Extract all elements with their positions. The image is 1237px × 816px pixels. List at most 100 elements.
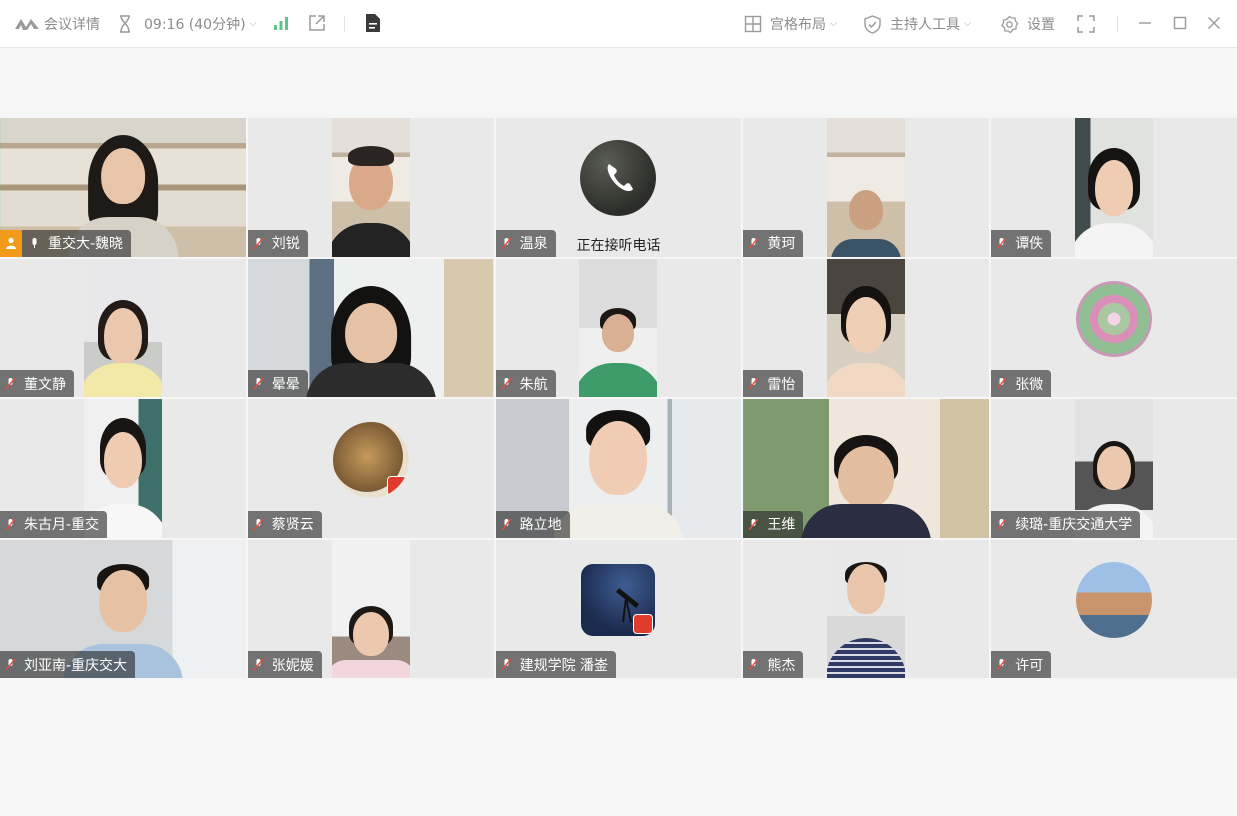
tencent-meeting-logo-icon	[15, 19, 39, 30]
participant-name-tag: 续璐-重庆交通大学	[991, 510, 1141, 538]
participant-name-tag: 建规学院 潘崟	[495, 651, 617, 678]
participant-video	[827, 118, 906, 257]
shield-check-icon	[864, 14, 881, 34]
participant-tile[interactable]: 刘锐	[247, 118, 494, 257]
participant-tile[interactable]: 朱古月-重交	[0, 399, 246, 538]
host-tools-button[interactable]: 主持人工具 ⌵	[864, 14, 971, 34]
participant-name-tag: 雷怡	[743, 370, 804, 397]
share-out-icon[interactable]	[308, 14, 326, 32]
mic-muted-icon	[253, 659, 263, 670]
participant-name-tag: 黄珂	[743, 229, 804, 257]
layout-label: 宫格布局	[770, 17, 826, 33]
participant-tile[interactable]: 董文静	[0, 258, 246, 397]
participant-tile[interactable]: 张微	[991, 258, 1237, 397]
mic-muted-icon	[997, 518, 1007, 530]
participant-name: 许可	[1015, 657, 1044, 674]
mic-muted-icon	[997, 659, 1007, 670]
participant-tile[interactable]: 黄珂	[743, 118, 990, 257]
mic-muted-icon	[6, 659, 15, 670]
mic-muted-icon	[749, 237, 759, 249]
participant-tile[interactable]: 建规学院 潘崟	[495, 539, 742, 678]
participant-name-tag: 熊杰	[743, 651, 804, 678]
mic-muted-icon	[501, 237, 511, 249]
title-bar: 会议详情 09:16 (40分钟) ⌵ 宫格布局 ⌵ 主持人工具 ⌵ 设置	[0, 0, 1237, 48]
participant-name: 张微	[1015, 376, 1044, 393]
participant-avatar	[1076, 281, 1153, 358]
participant-name-tag: 蔡贤云	[247, 510, 322, 538]
participant-tile[interactable]: 谭佚	[991, 118, 1237, 257]
minimize-icon[interactable]	[1138, 16, 1152, 30]
participant-name: 续璐-重庆交通大学	[1015, 517, 1133, 533]
participant-name-tag: 温泉	[495, 229, 556, 257]
mic-muted-icon	[253, 237, 263, 249]
participant-name: 朱古月-重交	[24, 517, 100, 533]
grid-layout-icon	[744, 15, 762, 33]
flag-badge	[386, 475, 407, 496]
mic-muted-icon	[501, 378, 511, 389]
participant-name-tag: 王维	[743, 510, 804, 538]
participant-tile[interactable]: 张妮媛	[247, 539, 494, 678]
participant-tile[interactable]: 续璐-重庆交通大学	[991, 399, 1237, 538]
participant-avatar	[580, 139, 657, 216]
participant-name: 建规学院 潘崟	[519, 657, 609, 674]
participant-name-tag: 刘亚南-重庆交大	[0, 651, 136, 678]
close-icon[interactable]	[1207, 16, 1221, 30]
layout-button[interactable]: 宫格布局 ⌵	[744, 14, 837, 34]
fullscreen-icon[interactable]	[1077, 15, 1095, 33]
participant-name: 朱航	[519, 376, 548, 393]
participant-avatar	[332, 421, 409, 498]
participant-name: 刘亚南-重庆交大	[24, 657, 128, 674]
hourglass-icon	[120, 15, 130, 33]
mic-muted-icon	[749, 659, 759, 670]
network-signal-icon[interactable]	[273, 15, 289, 31]
participant-name-tag: 许可	[991, 651, 1052, 678]
participant-tile[interactable]: 朱航	[495, 258, 742, 397]
settings-button[interactable]: 设置	[1000, 14, 1055, 34]
mic-muted-icon	[501, 659, 511, 670]
toolbar-divider	[1117, 16, 1118, 32]
participant-tile[interactable]: 重交大-魏晓	[0, 118, 246, 257]
participant-name: 刘锐	[271, 236, 300, 252]
meeting-info-button[interactable]: 会议详情	[14, 14, 100, 34]
participant-video	[331, 539, 410, 678]
participant-name-tag: 路立地	[495, 510, 570, 538]
timer-text: 09:16 (40分钟)	[144, 17, 246, 33]
participant-tile[interactable]: 晕晕	[247, 258, 494, 397]
participant-avatar	[1076, 562, 1153, 639]
participant-name-tag: 朱航	[495, 370, 556, 397]
participant-name-tag: 张妮媛	[247, 651, 322, 678]
participant-name: 晕晕	[271, 376, 300, 393]
flag-badge	[633, 614, 654, 635]
participant-name-tag: 张微	[991, 370, 1052, 397]
participant-name: 温泉	[519, 236, 548, 252]
settings-label: 设置	[1027, 17, 1055, 33]
participant-video	[331, 118, 410, 257]
participant-tile[interactable]: 雷怡	[743, 258, 990, 397]
participant-tile[interactable]: 许可	[991, 539, 1237, 678]
gear-icon	[1001, 15, 1019, 33]
participant-name-tag: 刘锐	[247, 229, 308, 257]
participant-tile[interactable]: 王维	[743, 399, 990, 538]
maximize-icon[interactable]	[1173, 16, 1187, 30]
mic-muted-icon	[749, 378, 759, 389]
mic-muted-icon	[997, 237, 1007, 249]
participant-tile[interactable]: 刘亚南-重庆交大	[0, 539, 246, 678]
participant-tile[interactable]: 蔡贤云	[247, 399, 494, 538]
person-icon	[6, 237, 16, 249]
video-grid: 重交大-魏晓 刘锐 正在接听电话 温泉 黄珂 谭佚 董文静 晕晕 朱航 雷怡 张…	[0, 118, 1237, 678]
participant-name-tag: 谭佚	[991, 229, 1052, 257]
mic-muted-icon	[749, 518, 759, 530]
participant-name: 王维	[767, 517, 796, 533]
participant-name: 雷怡	[767, 376, 796, 393]
mic-muted-icon	[997, 378, 1007, 389]
meeting-info-label: 会议详情	[44, 17, 100, 33]
participant-tile[interactable]: 正在接听电话 温泉	[495, 118, 742, 257]
mic-muted-icon	[6, 518, 15, 530]
mic-muted-icon	[6, 378, 15, 389]
participant-name: 路立地	[519, 517, 562, 533]
participant-tile[interactable]: 路立地	[495, 399, 742, 538]
participant-video	[1075, 118, 1154, 257]
notes-icon[interactable]	[364, 13, 381, 33]
participant-tile[interactable]: 熊杰	[743, 539, 990, 678]
meeting-timer[interactable]: 09:16 (40分钟) ⌵	[118, 14, 256, 34]
